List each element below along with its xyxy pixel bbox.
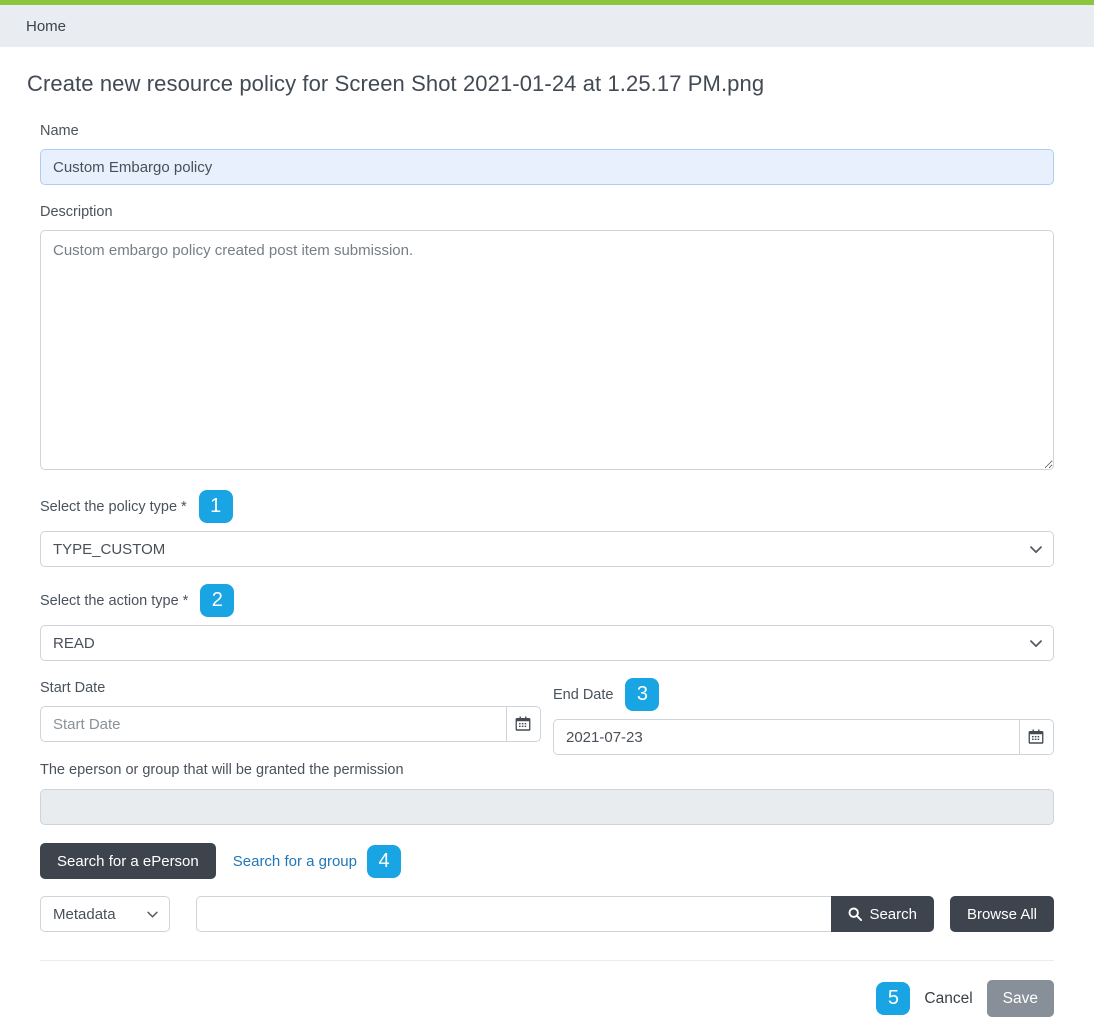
grantee-input — [40, 789, 1054, 825]
description-textarea[interactable]: Custom embargo policy created post item … — [40, 230, 1054, 470]
policy-type-select[interactable]: TYPE_CUSTOM — [40, 531, 1054, 567]
browse-all-button[interactable]: Browse All — [950, 896, 1054, 932]
search-button[interactable]: Search — [831, 896, 934, 932]
metadata-search-input[interactable] — [196, 896, 832, 932]
calendar-icon — [1028, 729, 1044, 745]
resource-policy-form: Name Description Custom embargo policy c… — [26, 121, 1068, 1034]
breadcrumb: Home — [0, 5, 1094, 47]
search-eperson-button[interactable]: Search for a ePerson — [40, 843, 216, 879]
search-group-link[interactable]: Search for a group — [233, 853, 357, 870]
page-title: Create new resource policy for Screen Sh… — [27, 71, 1068, 97]
step-badge-3: 3 — [625, 678, 659, 711]
breadcrumb-home-link[interactable]: Home — [26, 18, 66, 35]
calendar-icon — [515, 716, 531, 732]
name-input[interactable] — [40, 149, 1054, 185]
end-date-input[interactable] — [553, 719, 1020, 755]
step-badge-1: 1 — [199, 490, 233, 523]
step-badge-4: 4 — [367, 845, 401, 878]
grantee-label: The eperson or group that will be grante… — [40, 762, 404, 778]
action-type-select[interactable]: READ — [40, 625, 1054, 661]
step-badge-2: 2 — [200, 584, 234, 617]
start-date-field: Start Date — [40, 678, 541, 755]
description-label: Description — [40, 204, 113, 220]
end-date-calendar-button[interactable] — [1019, 719, 1054, 755]
action-type-label: Select the action type * — [40, 593, 188, 609]
search-button-label: Search — [869, 906, 917, 923]
search-eperson-button-label: Search for a ePerson — [57, 853, 199, 870]
start-date-label: Start Date — [40, 680, 105, 696]
step-badge-5: 5 — [876, 982, 910, 1015]
start-date-calendar-button[interactable] — [506, 706, 541, 742]
policy-type-label: Select the policy type * — [40, 499, 187, 515]
save-button[interactable]: Save — [987, 980, 1054, 1017]
name-label: Name — [40, 123, 79, 139]
start-date-input[interactable] — [40, 706, 507, 742]
cancel-button[interactable]: Cancel — [922, 990, 974, 1008]
search-icon — [848, 907, 862, 921]
metadata-scope-select[interactable]: Metadata — [40, 896, 170, 932]
browse-all-button-label: Browse All — [967, 906, 1037, 923]
end-date-field: End Date 3 — [553, 678, 1054, 755]
end-date-label: End Date — [553, 687, 613, 703]
